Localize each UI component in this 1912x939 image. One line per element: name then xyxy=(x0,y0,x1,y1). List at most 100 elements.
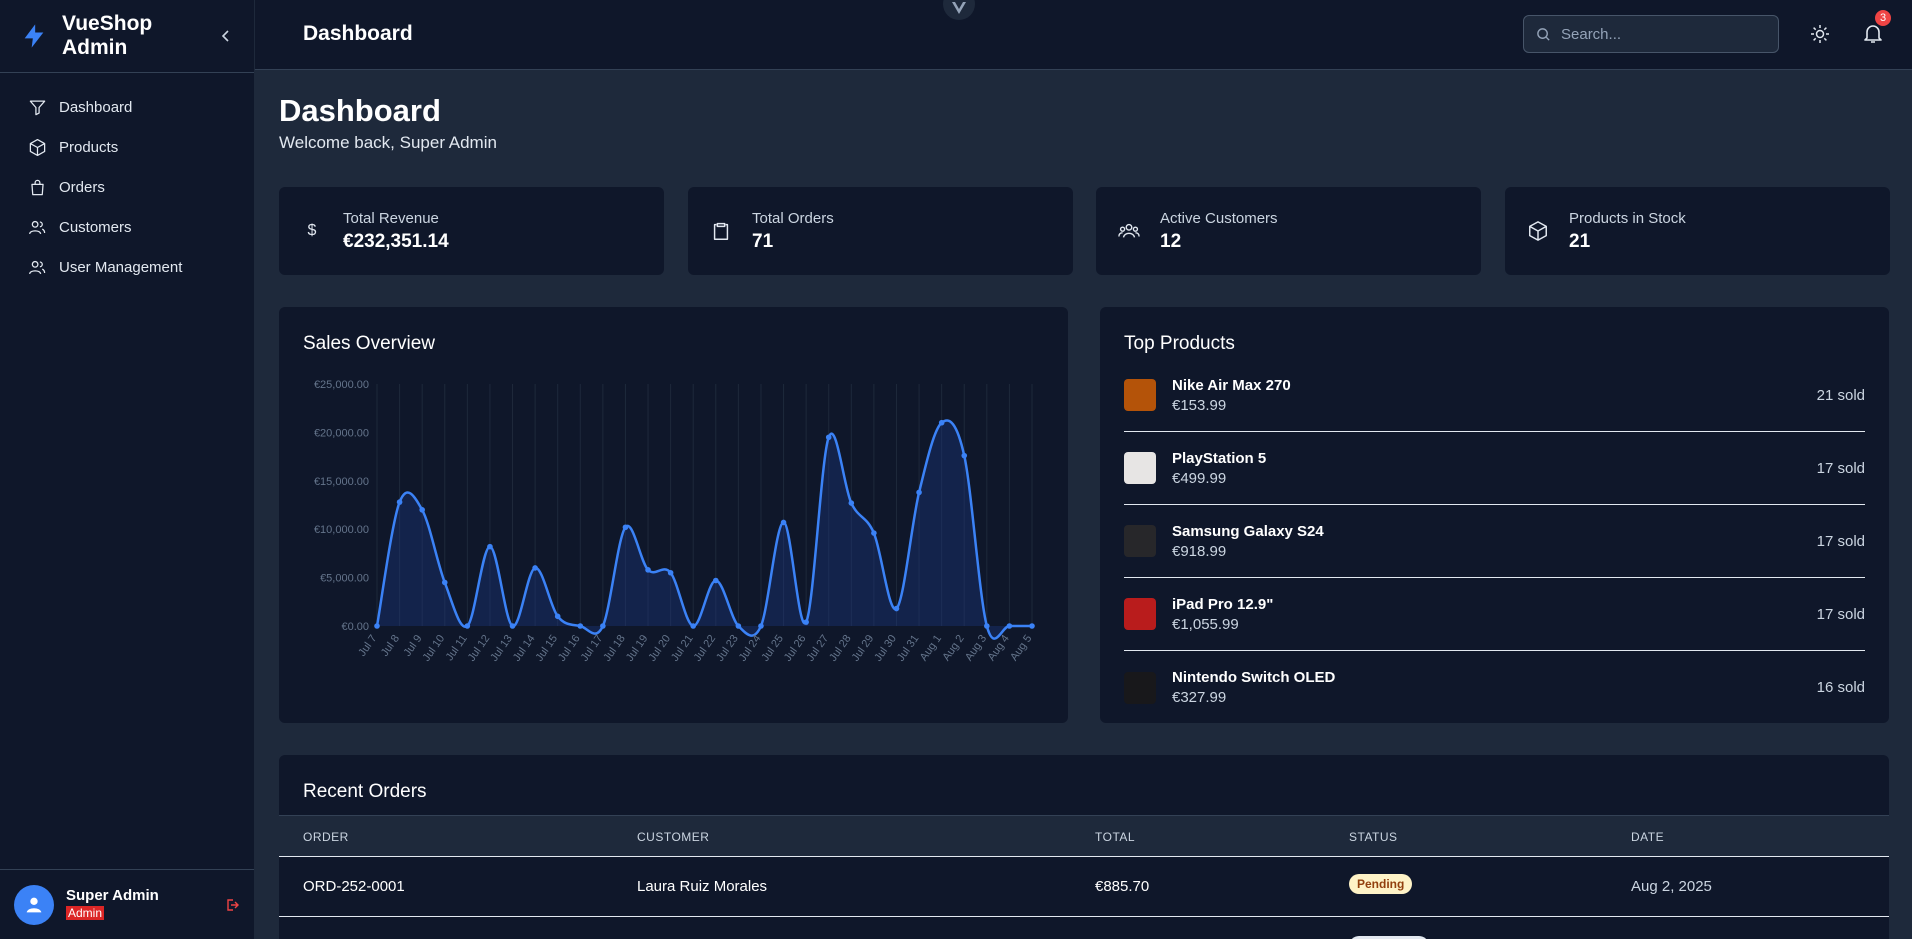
cube-icon xyxy=(29,138,46,156)
x-tick-label: Jul 26 xyxy=(782,633,809,664)
y-tick-label: €0.00 xyxy=(341,621,369,633)
brand-title: VueShop Admin xyxy=(62,12,153,59)
product-sold-count: 17 sold xyxy=(1816,459,1865,477)
user-group-icon xyxy=(28,260,46,274)
users-icon xyxy=(1118,223,1140,238)
sidebar-item-user-management[interactable]: User Management xyxy=(0,247,254,287)
clipboard-icon xyxy=(713,222,729,240)
x-tick-label: Aug 2 xyxy=(940,633,966,663)
top-product-item[interactable]: iPad Pro 12.9" €1,055.99 17 sold xyxy=(1124,578,1865,651)
column-header-customer[interactable]: CUSTOMER xyxy=(637,830,709,844)
data-point xyxy=(938,419,945,426)
product-sold-count: 16 sold xyxy=(1816,679,1865,696)
search-input[interactable] xyxy=(1561,25,1761,43)
lightning-icon xyxy=(24,24,44,48)
sidebar-item-label: Orders xyxy=(59,178,105,196)
stat-value: 12 xyxy=(1160,230,1182,252)
product-price: €153.99 xyxy=(1172,396,1227,414)
top-product-item[interactable]: Nintendo Switch OLED €327.99 16 sold xyxy=(1124,651,1865,724)
data-point xyxy=(645,567,651,573)
logout-icon[interactable] xyxy=(224,897,240,913)
x-tick-label: Jul 24 xyxy=(737,633,764,664)
data-point xyxy=(893,605,900,612)
y-tick-label: €15,000.00 xyxy=(314,476,369,488)
data-point xyxy=(961,452,968,459)
x-tick-label: Jul 31 xyxy=(895,633,922,664)
sales-overview-card: Sales Overview €0.00 €5,000.00 €10,000.00 €… xyxy=(279,307,1068,723)
product-thumbnail xyxy=(1124,379,1156,411)
top-product-item[interactable]: Samsung Galaxy S24 €918.99 17 sold xyxy=(1124,505,1865,578)
top-product-item[interactable]: Nike Air Max 270 €153.99 21 sold xyxy=(1124,359,1865,432)
sidebar-item-label: User Management xyxy=(59,258,183,276)
column-header-order[interactable]: ORDER xyxy=(303,830,349,844)
sidebar-item-orders[interactable]: Orders xyxy=(0,167,254,207)
data-point xyxy=(374,623,380,629)
data-point xyxy=(622,524,629,531)
sidebar-item-customers[interactable]: Customers xyxy=(0,207,254,247)
x-tick-label: Jul 16 xyxy=(556,633,583,664)
sidebar: VueShop Admin Dashboard Products Orders … xyxy=(0,0,255,939)
page-subtitle: Welcome back, Super Admin xyxy=(279,133,497,152)
x-tick-label: Jul 30 xyxy=(872,633,899,664)
filter-icon xyxy=(29,100,46,115)
user-icon xyxy=(26,897,42,912)
data-point xyxy=(735,623,742,629)
dollar-icon: $ xyxy=(307,222,317,239)
column-header-total[interactable]: TOTAL xyxy=(1095,830,1135,844)
table-row[interactable]: ORD-252-0001 Laura Ruiz Morales €885.70 … xyxy=(279,857,1889,917)
product-thumbnail xyxy=(1124,598,1156,630)
product-price: €499.99 xyxy=(1172,469,1227,487)
product-price: €918.99 xyxy=(1172,542,1227,560)
stat-card-products: Products in Stock 21 xyxy=(1505,187,1890,275)
order-id[interactable]: ORD-252-0001 xyxy=(303,878,405,895)
x-tick-label: Jul 15 xyxy=(533,633,560,664)
brand: VueShop Admin xyxy=(0,0,254,73)
topbar-title: Dashboard xyxy=(303,22,413,45)
avatar[interactable] xyxy=(14,884,54,925)
data-point xyxy=(825,434,832,441)
product-name: iPad Pro 12.9" xyxy=(1172,595,1274,613)
data-point xyxy=(667,569,674,576)
column-header-status[interactable]: STATUS xyxy=(1349,830,1398,844)
product-name: Nike Air Max 270 xyxy=(1172,376,1291,394)
product-price: €1,055.99 xyxy=(1172,615,1239,633)
data-point xyxy=(803,619,809,625)
user-role-badge: Admin xyxy=(66,906,105,920)
data-point xyxy=(1029,623,1035,629)
recent-orders-card: Recent Orders ORDER CUSTOMER TOTAL STATU… xyxy=(279,755,1889,939)
stat-card-revenue: $ Total Revenue €232,351.14 xyxy=(279,187,664,275)
x-tick-label: Jul 18 xyxy=(601,633,628,664)
table-header: ORDER CUSTOMER TOTAL STATUS DATE xyxy=(279,815,1889,857)
notification-count-badge: 3 xyxy=(1875,10,1891,26)
stat-card-orders: Total Orders 71 xyxy=(688,187,1073,275)
x-tick-label: Jul 22 xyxy=(692,633,719,664)
stat-label: Total Revenue xyxy=(343,209,439,227)
x-tick-label: Jul 29 xyxy=(850,633,877,664)
stat-label: Total Orders xyxy=(752,209,834,227)
top-product-item[interactable]: PlayStation 5 €499.99 17 sold xyxy=(1124,432,1865,505)
search-box[interactable] xyxy=(1523,15,1779,53)
top-products-card: Top Products Nike Air Max 270 €153.99 21 s… xyxy=(1100,307,1889,723)
page-title: Dashboard xyxy=(279,93,441,128)
x-tick-label: Jul 20 xyxy=(646,633,673,664)
product-sold-count: 17 sold xyxy=(1816,532,1865,550)
sidebar-item-dashboard[interactable]: Dashboard xyxy=(0,87,254,127)
sidebar-item-products[interactable]: Products xyxy=(0,127,254,167)
sun-icon[interactable] xyxy=(1810,24,1830,44)
x-tick-label: Jul 23 xyxy=(714,633,741,664)
column-header-date[interactable]: DATE xyxy=(1631,830,1664,844)
data-point xyxy=(464,623,471,629)
product-sold-count: 21 sold xyxy=(1816,386,1865,404)
x-tick-label: Jul 13 xyxy=(488,633,515,664)
sidebar-item-label: Products xyxy=(59,138,119,156)
data-point xyxy=(487,543,493,550)
chevron-left-icon[interactable] xyxy=(218,28,234,44)
sidebar-nav: Dashboard Products Orders Customers User… xyxy=(0,73,254,287)
order-total: €885.70 xyxy=(1095,878,1150,895)
product-name: PlayStation 5 xyxy=(1172,449,1267,467)
status-badge: Pending xyxy=(1349,874,1413,894)
shopping-bag-icon xyxy=(31,179,44,195)
data-point xyxy=(712,577,719,584)
data-point xyxy=(532,565,538,571)
x-tick-label: Jul 21 xyxy=(669,633,696,664)
